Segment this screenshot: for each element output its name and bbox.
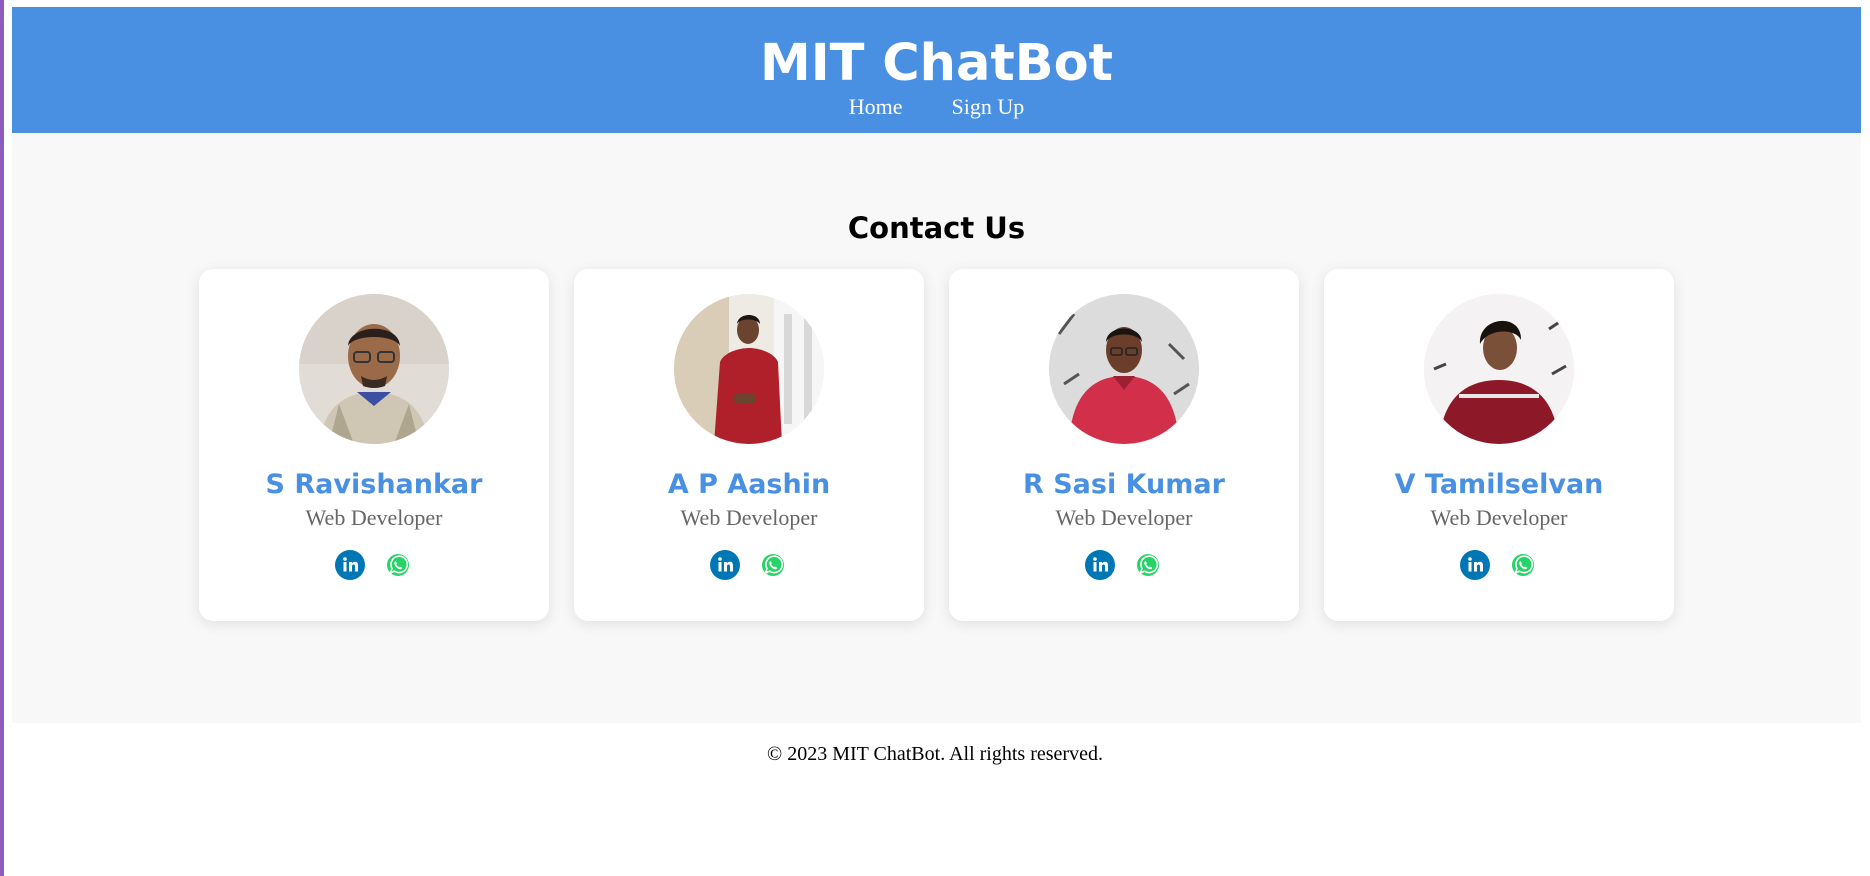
nav-sign-up-link[interactable]: Sign Up — [952, 93, 1025, 121]
member-avatar — [299, 294, 449, 444]
site-header: MIT ChatBot Home Sign Up — [12, 7, 1861, 133]
member-avatar — [1049, 294, 1199, 444]
member-role: Web Developer — [1055, 505, 1193, 530]
team-cards: S Ravishankar Web Developer A P Aashin W… — [199, 269, 1674, 621]
member-name: R Sasi Kumar — [1023, 469, 1225, 500]
footer-copyright: © 2023 MIT ChatBot. All rights reserved. — [767, 743, 1103, 765]
member-role: Web Developer — [1430, 505, 1568, 530]
member-avatar — [674, 294, 824, 444]
social-links — [949, 550, 1299, 580]
linkedin-icon[interactable] — [1460, 550, 1490, 580]
team-card: R Sasi Kumar Web Developer — [949, 269, 1299, 621]
social-links — [199, 550, 549, 580]
team-card: A P Aashin Web Developer — [574, 269, 924, 621]
member-name: A P Aashin — [667, 469, 831, 500]
site-title: MIT ChatBot — [759, 34, 1114, 93]
member-name: S Ravishankar — [265, 469, 483, 500]
main-nav: Home Sign Up — [12, 93, 1861, 121]
social-links — [1324, 550, 1674, 580]
linkedin-icon[interactable] — [1085, 550, 1115, 580]
member-role: Web Developer — [305, 505, 443, 530]
nav-home-link[interactable]: Home — [849, 93, 903, 121]
team-card: V Tamilselvan Web Developer — [1324, 269, 1674, 621]
social-links — [574, 550, 924, 580]
team-card: S Ravishankar Web Developer — [199, 269, 549, 621]
member-name: V Tamilselvan — [1394, 469, 1604, 500]
member-avatar — [1424, 294, 1574, 444]
member-role: Web Developer — [680, 505, 818, 530]
linkedin-icon[interactable] — [335, 550, 365, 580]
whatsapp-icon[interactable] — [383, 550, 413, 580]
linkedin-icon[interactable] — [710, 550, 740, 580]
whatsapp-icon[interactable] — [1133, 550, 1163, 580]
section-title: Contact Us — [847, 211, 1026, 245]
whatsapp-icon[interactable] — [1508, 550, 1538, 580]
contact-section: Contact Us S Ravishankar Web Developer A… — [12, 133, 1861, 723]
whatsapp-icon[interactable] — [758, 550, 788, 580]
